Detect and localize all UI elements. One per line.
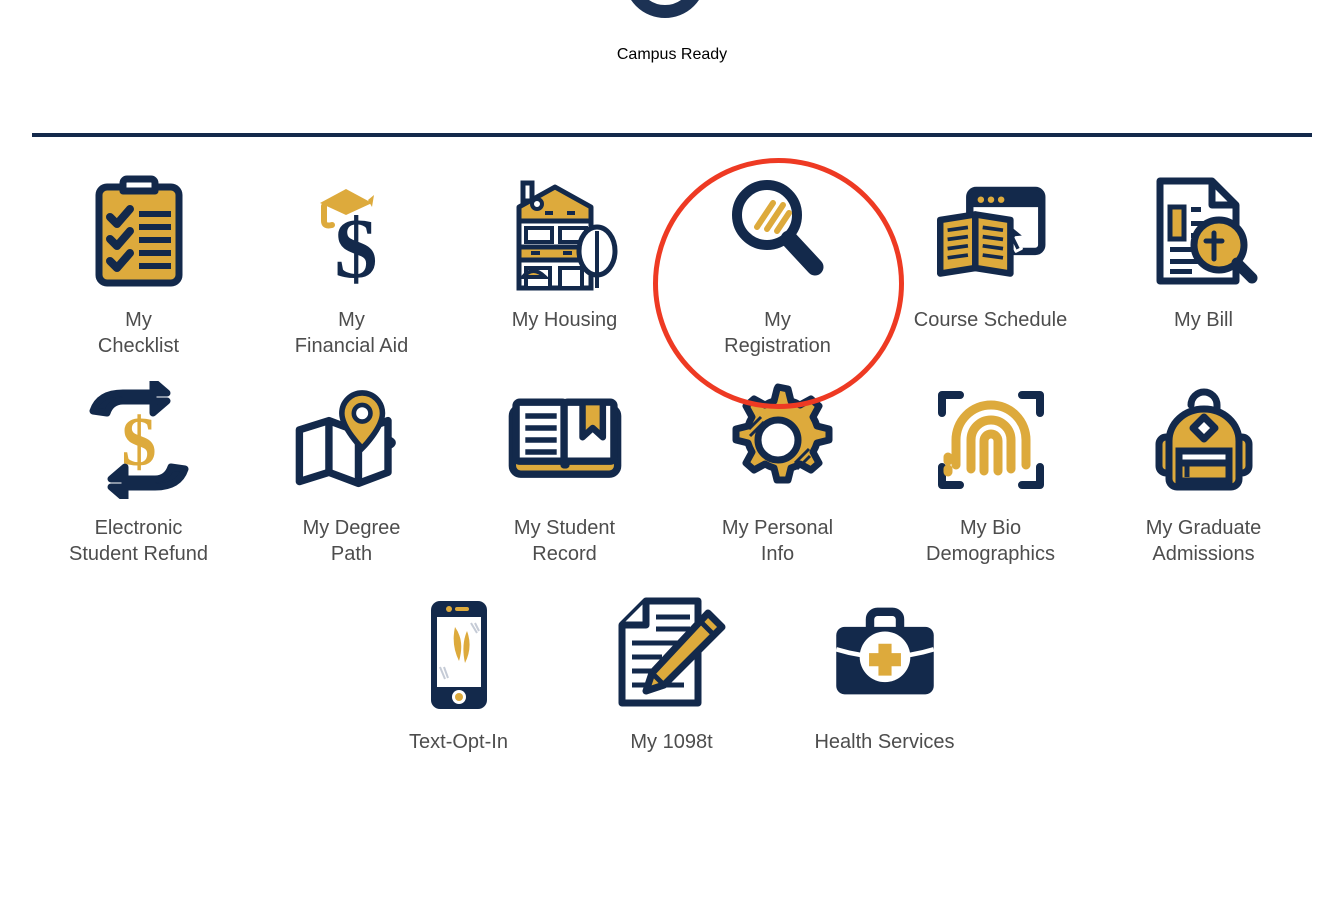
tile-my-degree-path[interactable]: My Degree Path bbox=[245, 363, 458, 571]
fingerprint-scan-icon bbox=[931, 375, 1051, 505]
tile-my-student-record[interactable]: My Student Record bbox=[458, 363, 671, 571]
tile-electronic-student-refund[interactable]: $ Electronic Student Refund bbox=[32, 363, 245, 571]
tile-label: My Graduate Admissions bbox=[1145, 517, 1262, 565]
svg-text:$: $ bbox=[334, 200, 377, 291]
tile-label: My Registration bbox=[724, 309, 831, 357]
circle-outline-icon bbox=[624, 0, 720, 32]
tile-my-bio-demographics[interactable]: My Bio Demographics bbox=[884, 363, 1097, 571]
tile-text-opt-in[interactable]: Text-Opt-In bbox=[352, 577, 565, 759]
smartphone-icon bbox=[399, 589, 519, 719]
tile-label: My Housing bbox=[511, 309, 618, 331]
tile-campus-ready[interactable]: Campus Ready bbox=[572, 0, 772, 64]
tile-my-financial-aid[interactable]: $ My Financial Aid bbox=[245, 155, 458, 363]
tile-label: My Checklist bbox=[97, 309, 180, 357]
clipboard-checklist-icon bbox=[79, 167, 199, 297]
tile-label: My Bill bbox=[1174, 309, 1233, 331]
tile-label: My Financial Aid bbox=[294, 309, 409, 357]
tile-my-registration[interactable]: My Registration bbox=[671, 155, 884, 363]
refund-arrows-dollar-icon: $ bbox=[79, 375, 199, 505]
map-pin-icon bbox=[292, 375, 412, 505]
house-icon bbox=[505, 167, 625, 297]
tile-label: Electronic Student Refund bbox=[69, 517, 208, 565]
medical-bag-icon bbox=[825, 589, 945, 719]
backpack-icon bbox=[1144, 375, 1264, 505]
graduation-cap-dollar-icon: $ bbox=[292, 167, 412, 297]
tile-row: Text-Opt-In My 1098t Health Services bbox=[32, 577, 1312, 759]
tile-my-personal-info[interactable]: My Personal Info bbox=[671, 363, 884, 571]
tile-my-checklist[interactable]: My Checklist bbox=[32, 155, 245, 363]
tile-label: Campus Ready bbox=[616, 46, 728, 63]
tile-row: My Checklist $ My Financial Aid My Housi… bbox=[32, 155, 1312, 363]
section-divider bbox=[32, 133, 1312, 137]
quicklinks-tile-grid: My Checklist $ My Financial Aid My Housi… bbox=[32, 155, 1312, 759]
tile-label: Course Schedule bbox=[913, 309, 1068, 331]
open-book-bookmark-icon bbox=[505, 375, 625, 505]
tile-my-graduate-admissions[interactable]: My Graduate Admissions bbox=[1097, 363, 1310, 571]
tile-row: $ Electronic Student Refund My Degree Pa… bbox=[32, 363, 1312, 571]
top-partial-tile-area: Campus Ready bbox=[0, 0, 1342, 118]
tile-label: My 1098t bbox=[630, 731, 713, 753]
tile-label: My Degree Path bbox=[302, 517, 401, 565]
tile-label: My Personal Info bbox=[721, 517, 834, 565]
tile-course-schedule[interactable]: Course Schedule bbox=[884, 155, 1097, 363]
svg-text:$: $ bbox=[121, 404, 156, 481]
tile-my-1098t[interactable]: My 1098t bbox=[565, 577, 778, 759]
tile-health-services[interactable]: Health Services bbox=[778, 577, 991, 759]
tile-label: Health Services bbox=[814, 731, 955, 753]
document-magnifier-icon bbox=[1144, 167, 1264, 297]
gear-icon bbox=[718, 375, 838, 505]
tile-label: My Bio Demographics bbox=[926, 517, 1055, 565]
book-browser-window-icon bbox=[931, 167, 1051, 297]
tile-my-bill[interactable]: My Bill bbox=[1097, 155, 1310, 363]
document-pencil-icon bbox=[612, 589, 732, 719]
tile-label: Text-Opt-In bbox=[409, 731, 508, 753]
tile-label: My Student Record bbox=[513, 517, 616, 565]
tile-my-housing[interactable]: My Housing bbox=[458, 155, 671, 363]
magnifying-glass-icon bbox=[718, 167, 838, 297]
